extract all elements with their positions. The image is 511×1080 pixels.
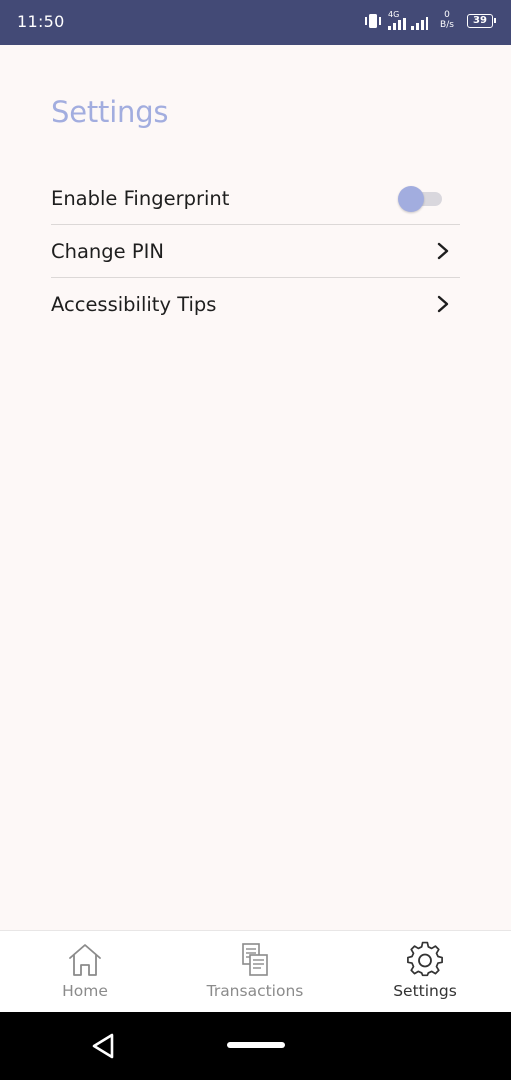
nav-item-transactions[interactable]: Transactions — [170, 931, 340, 1013]
setting-label: Accessibility Tips — [51, 292, 217, 316]
setting-label: Change PIN — [51, 239, 164, 263]
toggle-thumb — [398, 186, 424, 212]
setting-label: Enable Fingerprint — [51, 186, 230, 210]
system-nav-bar — [0, 1012, 511, 1080]
home-pill[interactable] — [227, 1042, 285, 1048]
bottom-nav: Home Transactions Settings — [0, 930, 511, 1013]
setting-enable-fingerprint: Enable Fingerprint — [51, 172, 460, 225]
page-title: Settings — [51, 95, 169, 129]
gear-icon — [407, 941, 443, 977]
transactions-icon — [242, 943, 268, 976]
nav-label: Transactions — [206, 982, 304, 1000]
setting-accessibility-tips[interactable]: Accessibility Tips — [51, 278, 460, 330]
nav-item-home[interactable]: Home — [0, 931, 170, 1013]
home-icon — [69, 944, 101, 976]
signal-icon-2 — [411, 17, 428, 30]
status-bar: 11:50 4G 0 B/s 39 — [0, 0, 511, 45]
network-speed: 0 B/s — [435, 10, 459, 30]
nav-item-settings[interactable]: Settings — [340, 931, 510, 1013]
setting-change-pin[interactable]: Change PIN — [51, 225, 460, 278]
battery-level: 39 — [473, 15, 487, 26]
fingerprint-toggle[interactable] — [398, 184, 444, 212]
nav-label: Settings — [393, 982, 457, 1000]
back-icon[interactable] — [90, 1032, 116, 1060]
network-speed-unit: B/s — [440, 20, 454, 30]
vibrate-icon — [365, 14, 381, 28]
nav-label: Home — [62, 982, 108, 1000]
chevron-right-icon — [437, 295, 449, 313]
settings-list: Enable Fingerprint Change PIN Accessibil… — [51, 172, 460, 330]
status-time: 11:50 — [17, 12, 65, 31]
battery-icon: 39 — [467, 14, 496, 28]
chevron-right-icon — [437, 242, 449, 260]
network-speed-value: 0 — [444, 10, 450, 20]
signal-icon — [388, 18, 406, 30]
